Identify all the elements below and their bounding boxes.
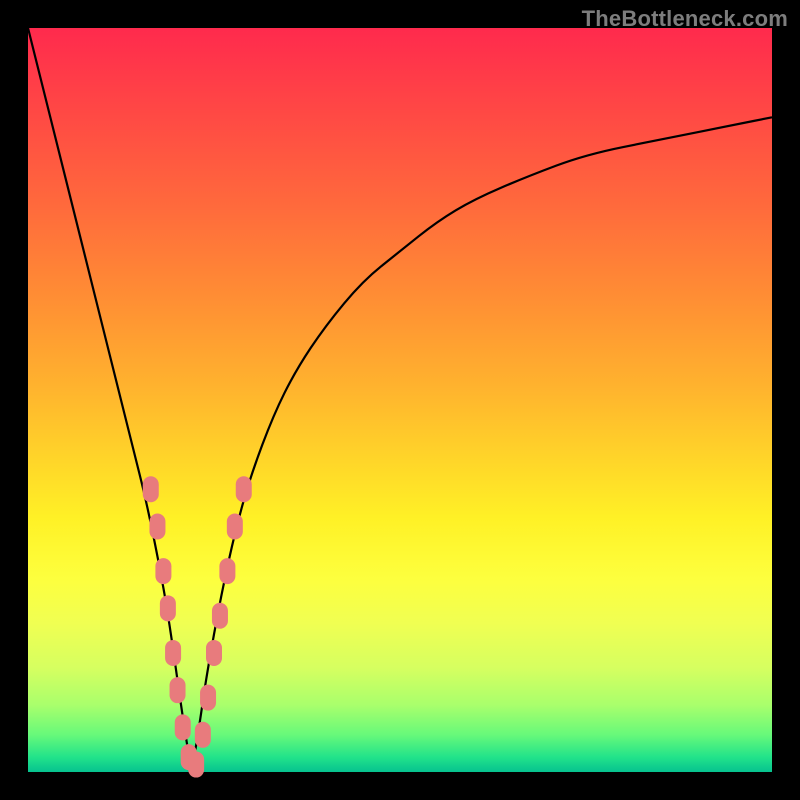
marker bbox=[195, 722, 211, 748]
watermark: TheBottleneck.com bbox=[582, 6, 788, 32]
marker bbox=[188, 752, 204, 778]
marker bbox=[149, 513, 165, 539]
marker bbox=[200, 685, 216, 711]
chart-svg bbox=[28, 28, 772, 772]
marker-group bbox=[143, 476, 252, 777]
marker bbox=[175, 714, 191, 740]
marker bbox=[143, 476, 159, 502]
marker bbox=[212, 603, 228, 629]
marker bbox=[160, 595, 176, 621]
bottleneck-curve bbox=[28, 28, 772, 761]
marker bbox=[170, 677, 186, 703]
marker bbox=[227, 513, 243, 539]
chart-area bbox=[28, 28, 772, 772]
marker bbox=[219, 558, 235, 584]
marker bbox=[236, 476, 252, 502]
marker bbox=[165, 640, 181, 666]
marker bbox=[155, 558, 171, 584]
marker bbox=[206, 640, 222, 666]
